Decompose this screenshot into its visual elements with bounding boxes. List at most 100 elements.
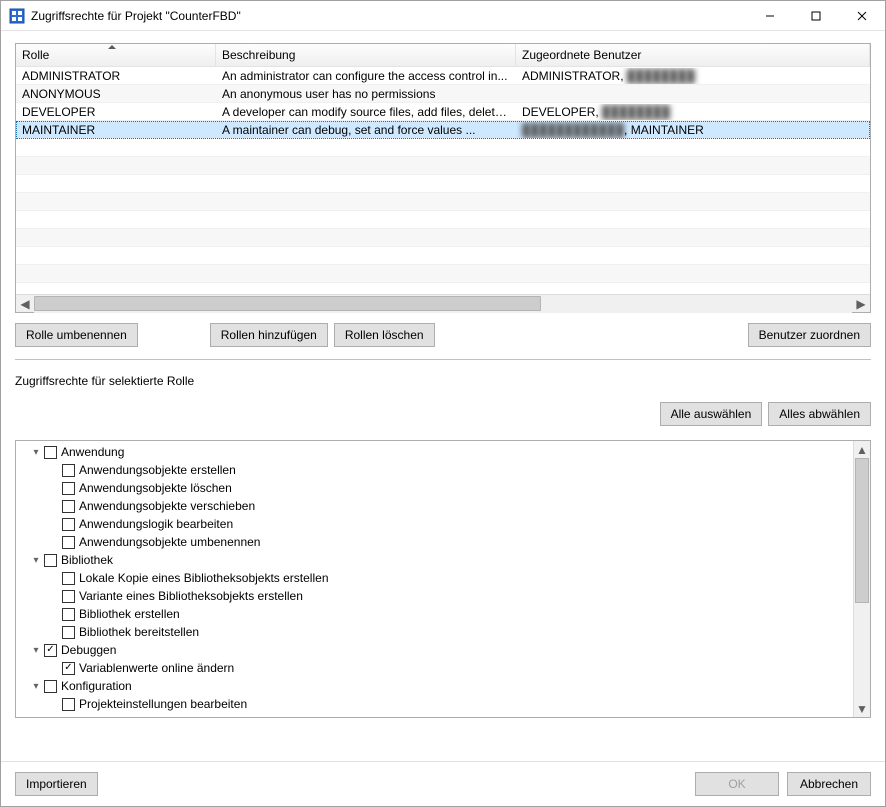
chevron-down-icon[interactable]: ▾ — [30, 681, 42, 692]
selection-buttons-row: Alle auswählen Alles abwählen — [15, 402, 871, 426]
table-row[interactable]: ANONYMOUSAn anonymous user has no permis… — [16, 85, 870, 103]
maximize-button[interactable] — [793, 1, 839, 30]
cell-users: DEVELOPER, ████████ — [516, 104, 870, 120]
table-row-empty — [16, 229, 870, 247]
tree-item-label: Variante eines Bibliotheksobjekts erstel… — [79, 589, 303, 603]
checkbox[interactable] — [62, 572, 75, 585]
select-all-button[interactable]: Alle auswählen — [660, 402, 763, 426]
dialog-window: Zugriffsrechte für Projekt "CounterFBD" … — [0, 0, 886, 807]
tree-item[interactable]: ▾ Anwendung — [20, 443, 849, 461]
table-row-empty — [16, 157, 870, 175]
tree-item[interactable]: Anwendungsobjekte umbenennen — [20, 533, 849, 551]
checkbox[interactable] — [44, 446, 57, 459]
tree-item-label: Anwendungsobjekte verschieben — [79, 499, 255, 513]
chevron-down-icon[interactable]: ▾ — [30, 555, 42, 566]
table-row[interactable]: MAINTAINERA maintainer can debug, set an… — [16, 121, 870, 139]
table-row[interactable]: ADMINISTRATORAn administrator can config… — [16, 67, 870, 85]
permissions-tree: ▾AnwendungAnwendungsobjekte erstellenAnw… — [15, 440, 871, 718]
cell-role: DEVELOPER — [16, 104, 216, 120]
tree-item-label: Bibliothek erstellen — [79, 607, 180, 621]
table-row-empty — [16, 247, 870, 265]
cell-users: ████████████, MAINTAINER — [516, 122, 870, 138]
checkbox[interactable] — [62, 482, 75, 495]
checkbox[interactable] — [62, 500, 75, 513]
separator — [15, 359, 871, 360]
checkbox[interactable] — [44, 554, 57, 567]
checkbox[interactable] — [62, 536, 75, 549]
import-button[interactable]: Importieren — [15, 772, 98, 796]
v-scrollbar-track[interactable] — [854, 458, 870, 700]
table-row-empty — [16, 265, 870, 283]
tree-item-label: Variablenwerte online ändern — [79, 661, 234, 675]
cell-description: A developer can modify source files, add… — [216, 104, 516, 120]
tree-item-label: Anwendung — [61, 445, 124, 459]
tree-item[interactable]: Bibliothek bereitstellen — [20, 623, 849, 641]
scrollbar-thumb[interactable] — [34, 296, 541, 311]
redacted-text: ████████████ — [522, 123, 624, 137]
role-buttons-row: Rolle umbenennen Rollen hinzufügen Rolle… — [15, 323, 871, 347]
tree-item-label: Lokale Kopie eines Bibliotheksobjekts er… — [79, 571, 329, 585]
minimize-button[interactable] — [747, 1, 793, 30]
table-row-empty — [16, 175, 870, 193]
cell-description: An anonymous user has no permissions — [216, 86, 516, 102]
checkbox[interactable] — [62, 590, 75, 603]
tree-item-label: Bibliothek bereitstellen — [79, 625, 199, 639]
scrollbar-track[interactable] — [34, 295, 852, 313]
ok-button[interactable]: OK — [695, 772, 779, 796]
checkbox[interactable] — [44, 680, 57, 693]
table-row-empty — [16, 211, 870, 229]
tree-item[interactable]: Projekteinstellungen bearbeiten — [20, 695, 849, 713]
tree-item-label: Bibliothek — [61, 553, 113, 567]
checkbox[interactable] — [62, 662, 75, 675]
tree-item[interactable]: Anwendungsobjekte erstellen — [20, 461, 849, 479]
scroll-down-icon[interactable]: ▼ — [854, 700, 870, 717]
checkbox[interactable] — [62, 608, 75, 621]
checkbox[interactable] — [62, 518, 75, 531]
tree-item[interactable]: Anwendungsobjekte verschieben — [20, 497, 849, 515]
tree-item[interactable]: ▾Debuggen — [20, 641, 849, 659]
delete-roles-button[interactable]: Rollen löschen — [334, 323, 435, 347]
redacted-text: ████████ — [627, 69, 695, 83]
close-button[interactable] — [839, 1, 885, 30]
tree-item[interactable]: Variablenwerte online ändern — [20, 659, 849, 677]
checkbox[interactable] — [62, 464, 75, 477]
vertical-scrollbar[interactable]: ▲ ▼ — [853, 441, 870, 717]
column-header-role[interactable]: Rolle — [16, 44, 216, 66]
scroll-right-icon[interactable]: ▶ — [852, 295, 870, 313]
chevron-down-icon[interactable]: ▾ — [30, 447, 42, 458]
rename-role-button[interactable]: Rolle umbenennen — [15, 323, 138, 347]
tree-item[interactable]: Lokale Kopie eines Bibliotheksobjekts er… — [20, 569, 849, 587]
tree-item[interactable]: ▾ Bibliothek — [20, 551, 849, 569]
checkbox[interactable] — [62, 626, 75, 639]
v-scrollbar-thumb[interactable] — [855, 458, 869, 603]
titlebar: Zugriffsrechte für Projekt "CounterFBD" — [1, 1, 885, 31]
column-header-description[interactable]: Beschreibung — [216, 44, 516, 66]
cell-users: ADMINISTRATOR, ████████ — [516, 68, 870, 84]
table-row[interactable]: DEVELOPERA developer can modify source f… — [16, 103, 870, 121]
cell-role: ANONYMOUS — [16, 86, 216, 102]
scroll-left-icon[interactable]: ◀ — [16, 295, 34, 313]
tree-item[interactable]: Bibliothek erstellen — [20, 605, 849, 623]
add-roles-button[interactable]: Rollen hinzufügen — [210, 323, 328, 347]
tree-item[interactable]: Variante eines Bibliotheksobjekts erstel… — [20, 587, 849, 605]
column-header-users[interactable]: Zugeordnete Benutzer — [516, 44, 870, 66]
tree-item-label: Projekteinstellungen bearbeiten — [79, 697, 247, 711]
cell-role: MAINTAINER — [16, 122, 216, 138]
cancel-button[interactable]: Abbrechen — [787, 772, 871, 796]
assign-users-button[interactable]: Benutzer zuordnen — [748, 323, 871, 347]
deselect-all-button[interactable]: Alles abwählen — [768, 402, 871, 426]
cell-users — [516, 93, 870, 95]
tree-item[interactable]: Anwendungslogik bearbeiten — [20, 515, 849, 533]
scroll-up-icon[interactable]: ▲ — [854, 441, 870, 458]
checkbox[interactable] — [44, 644, 57, 657]
tree-item[interactable]: ▾ Konfiguration — [20, 677, 849, 695]
tree-item[interactable]: Anwendungsobjekte löschen — [20, 479, 849, 497]
chevron-down-icon[interactable]: ▾ — [30, 645, 42, 656]
tree-item-label: Anwendungsobjekte umbenennen — [79, 535, 260, 549]
table-row-empty — [16, 283, 870, 294]
tree-item-label: Konfiguration — [61, 679, 132, 693]
table-body: ADMINISTRATORAn administrator can config… — [16, 67, 870, 294]
content-area: Rolle Beschreibung Zugeordnete Benutzer … — [1, 31, 885, 761]
horizontal-scrollbar[interactable]: ◀ ▶ — [16, 294, 870, 312]
checkbox[interactable] — [62, 698, 75, 711]
